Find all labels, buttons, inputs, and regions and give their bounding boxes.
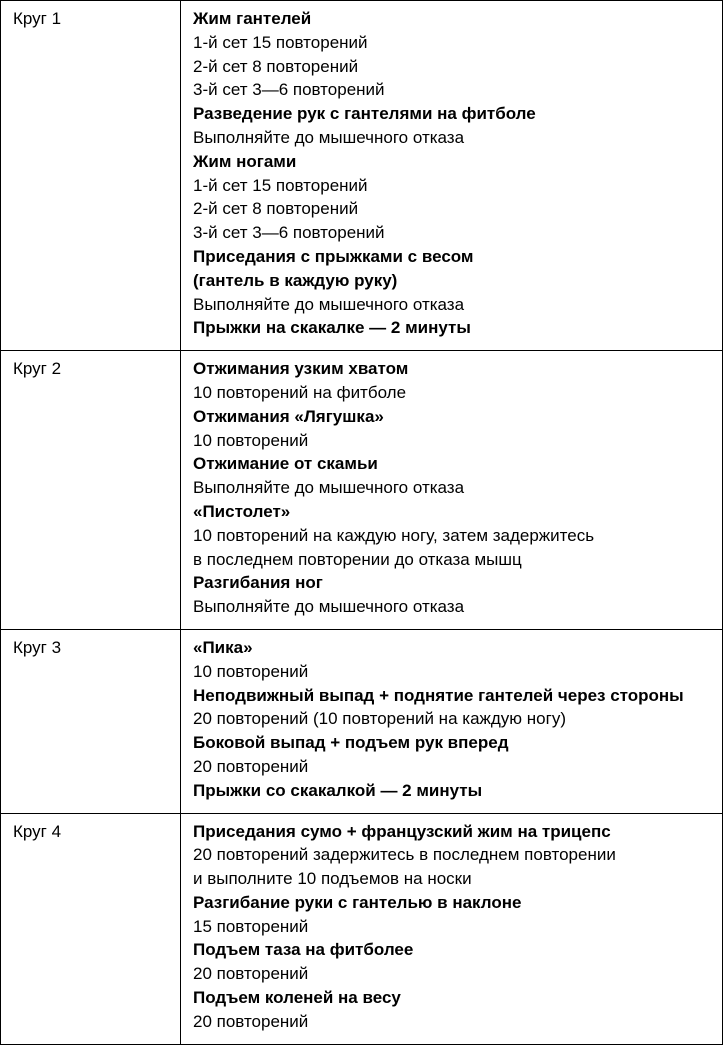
table-row: Круг 2Отжимания узким хватом10 повторени…	[1, 351, 723, 630]
exercise-name: Разведение рук с гантелями на фитболе	[193, 102, 712, 126]
exercise-detail: 10 повторений на фитболе	[193, 381, 712, 405]
exercise-detail: 20 повторений (10 повторений на каждую н…	[193, 707, 712, 731]
round-label: Круг 1	[1, 1, 181, 351]
round-content: «Пика»10 повторенийНеподвижный выпад + п…	[181, 629, 723, 813]
exercise-detail: Выполняйте до мышечного отказа	[193, 126, 712, 150]
exercise-name: Приседания с прыжками с весом	[193, 245, 712, 269]
workout-rows: Круг 1Жим гантелей1-й сет 15 повторений2…	[1, 1, 723, 1045]
exercise-name: Жим ногами	[193, 150, 712, 174]
exercise-detail: 10 повторений	[193, 660, 712, 684]
exercise-detail: 2-й сет 8 повторений	[193, 55, 712, 79]
exercise-name: Отжимания узким хватом	[193, 357, 712, 381]
round-label: Круг 3	[1, 629, 181, 813]
exercise-detail: Выполняйте до мышечного отказа	[193, 595, 712, 619]
exercise-detail: 20 повторений задержитесь в последнем по…	[193, 843, 712, 867]
exercise-detail: и выполните 10 подъемов на носки	[193, 867, 712, 891]
exercise-detail: 10 повторений на каждую ногу, затем заде…	[193, 524, 712, 548]
exercise-detail: Выполняйте до мышечного отказа	[193, 293, 712, 317]
exercise-detail: Выполняйте до мышечного отказа	[193, 476, 712, 500]
exercise-name: Боковой выпад + подъем рук вперед	[193, 731, 712, 755]
round-content: Приседания сумо + французский жим на три…	[181, 813, 723, 1044]
round-content: Жим гантелей1-й сет 15 повторений2-й сет…	[181, 1, 723, 351]
exercise-detail: 20 повторений	[193, 755, 712, 779]
exercise-name: Прыжки со скакалкой — 2 минуты	[193, 779, 712, 803]
exercise-detail: 1-й сет 15 повторений	[193, 31, 712, 55]
exercise-name: Отжимания «Лягушка»	[193, 405, 712, 429]
round-label: Круг 2	[1, 351, 181, 630]
exercise-name: Разгибание руки с гантелью в наклоне	[193, 891, 712, 915]
exercise-name: Разгибания ног	[193, 571, 712, 595]
exercise-detail: 20 повторений	[193, 962, 712, 986]
exercise-detail: 3-й сет 3—6 повторений	[193, 221, 712, 245]
exercise-name: Отжимание от скамьи	[193, 452, 712, 476]
exercise-name: «Пика»	[193, 636, 712, 660]
exercise-detail: 1-й сет 15 повторений	[193, 174, 712, 198]
exercise-detail: 15 повторений	[193, 915, 712, 939]
table-row: Круг 1Жим гантелей1-й сет 15 повторений2…	[1, 1, 723, 351]
workout-table: Круг 1Жим гантелей1-й сет 15 повторений2…	[0, 0, 723, 1045]
exercise-detail: 2-й сет 8 повторений	[193, 197, 712, 221]
exercise-detail: 3-й сет 3—6 повторений	[193, 78, 712, 102]
exercise-name: Жим гантелей	[193, 7, 712, 31]
exercise-name: Подъем таза на фитболее	[193, 938, 712, 962]
exercise-name: Прыжки на скакалке — 2 минуты	[193, 316, 712, 340]
round-content: Отжимания узким хватом10 повторений на ф…	[181, 351, 723, 630]
exercise-name: Подъем коленей на весу	[193, 986, 712, 1010]
exercise-name: (гантель в каждую руку)	[193, 269, 712, 293]
table-row: Круг 3«Пика»10 повторенийНеподвижный вып…	[1, 629, 723, 813]
exercise-name: Приседания сумо + французский жим на три…	[193, 820, 712, 844]
table-row: Круг 4 Приседания сумо + французский жим …	[1, 813, 723, 1044]
exercise-detail: 20 повторений	[193, 1010, 712, 1034]
exercise-detail: в последнем повторении до отказа мышц	[193, 548, 712, 572]
exercise-detail: 10 повторений	[193, 429, 712, 453]
round-label: Круг 4	[1, 813, 181, 1044]
exercise-name: «Пистолет»	[193, 500, 712, 524]
exercise-name: Неподвижный выпад + поднятие гантелей че…	[193, 684, 712, 708]
